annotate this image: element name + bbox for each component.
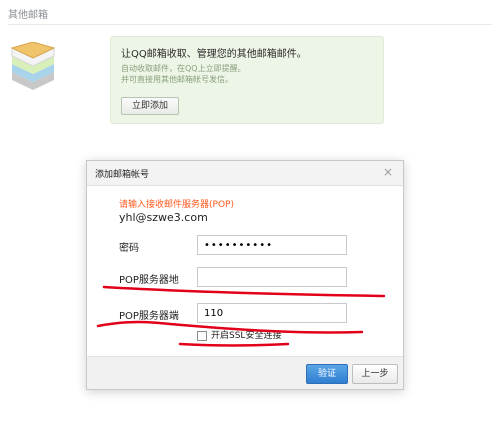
add-now-button[interactable]: 立即添加 [121,97,179,115]
ssl-option[interactable]: 开启SSL安全连接 [197,328,281,342]
ssl-checkbox[interactable] [197,330,207,341]
header-divider [8,24,492,25]
pop-hint: 请输入接收邮件服务器(POP) [119,200,234,210]
promo-title: 让QQ邮箱收取、管理您的其他邮箱邮件。 [121,49,307,60]
dialog-header: 添加邮箱帐号 × [87,161,403,186]
password-label: 密码 [119,243,139,254]
add-mailbox-promo: 让QQ邮箱收取、管理您的其他邮箱邮件。 自动收取邮件，在QQ上立即提醒。 并可直… [110,36,384,124]
pop-server-label: POP服务器地 [119,275,179,286]
dialog-footer: 验证 上一步 [87,356,403,389]
verify-button[interactable]: 验证 [306,364,348,384]
mail-stack-icon [10,42,56,90]
add-mail-account-dialog: 添加邮箱帐号 × 请输入接收邮件服务器(POP) yhl@szwe3.com 密… [86,160,404,390]
email-address: yhl@szwe3.com [119,211,208,224]
previous-step-button[interactable]: 上一步 [352,364,398,384]
ssl-label: 开启SSL安全连接 [211,331,282,341]
header-title: 其他邮箱 [8,10,48,21]
pop-port-field[interactable] [197,303,347,323]
pop-server-field[interactable] [197,267,347,287]
close-icon[interactable]: × [383,166,393,178]
promo-desc-line1: 自动收取邮件，在QQ上立即提醒。 [121,64,246,73]
promo-desc-line2: 并可直接用其他邮箱帐号发信。 [121,75,233,84]
password-field[interactable] [197,235,347,255]
promo-description: 自动收取邮件，在QQ上立即提醒。 并可直接用其他邮箱帐号发信。 [121,63,246,85]
pop-port-label: POP服务器端 [119,311,179,322]
dialog-title: 添加邮箱帐号 [95,170,150,180]
